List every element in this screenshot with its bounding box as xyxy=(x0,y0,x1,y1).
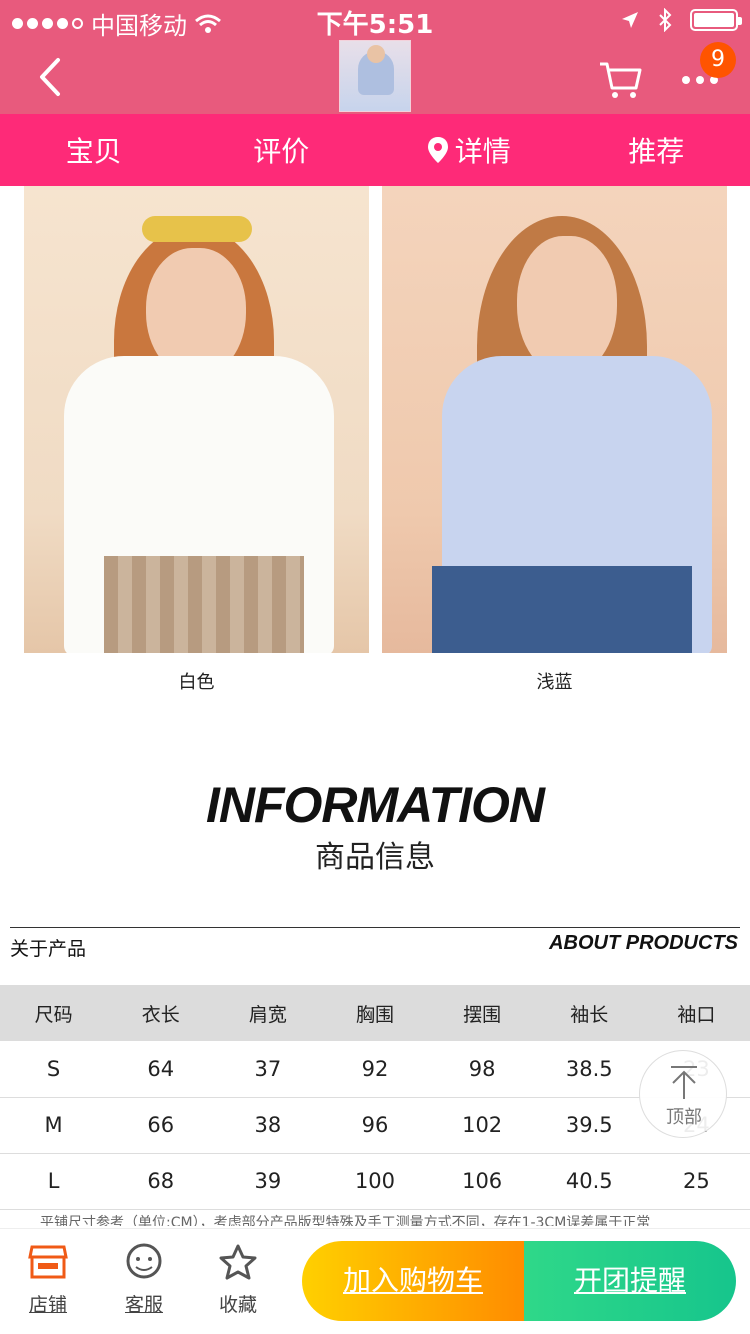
table-header: 衣长 xyxy=(107,985,215,1041)
about-products-cn: 关于产品 xyxy=(10,938,87,960)
cart-icon[interactable] xyxy=(598,60,642,100)
status-bar: 中国移动 下午5:51 xyxy=(0,0,750,40)
add-to-cart-button[interactable]: 加入购物车 xyxy=(302,1241,524,1321)
table-cell: L xyxy=(0,1153,108,1210)
bluetooth-icon xyxy=(659,8,672,32)
table-cell: 25 xyxy=(642,1153,750,1210)
customer-service-button[interactable]: 客服 xyxy=(104,1243,184,1317)
tab-item[interactable]: 宝贝 xyxy=(0,114,188,186)
table-cell: 68 xyxy=(107,1153,215,1210)
tab-recommend[interactable]: 推荐 xyxy=(563,114,750,186)
table-header: 摆围 xyxy=(428,985,536,1041)
table-cell: 66 xyxy=(107,1097,215,1154)
back-to-top-label: 顶部 xyxy=(666,1107,702,1128)
store-icon xyxy=(28,1245,68,1279)
table-header: 肩宽 xyxy=(214,985,322,1041)
table-cell: 102 xyxy=(428,1097,536,1154)
table-cell: 39.5 xyxy=(535,1097,643,1154)
table-header-row: 尺码 衣长 肩宽 胸围 摆围 袖长 袖口 xyxy=(0,985,750,1041)
tab-details[interactable]: 详情 xyxy=(375,114,563,186)
tab-reviews[interactable]: 评价 xyxy=(188,114,376,186)
table-cell: 96 xyxy=(321,1097,429,1154)
battery-icon xyxy=(690,9,742,31)
table-cell: 98 xyxy=(428,1041,536,1098)
tab-bar: 宝贝 评价 详情 推荐 xyxy=(0,114,750,186)
status-right xyxy=(620,8,742,32)
table-header: 袖长 xyxy=(535,985,643,1041)
table-cell: 92 xyxy=(321,1041,429,1098)
table-row: L 68 39 100 106 40.5 25 xyxy=(0,1153,750,1210)
table-row: S 64 37 92 98 38.5 23 xyxy=(0,1041,750,1098)
back-arrow-icon[interactable] xyxy=(30,52,74,102)
product-photo-lightblue[interactable] xyxy=(382,186,727,653)
back-to-top-button[interactable]: 顶部 xyxy=(639,1050,727,1138)
message-badge: 9 xyxy=(700,42,736,78)
color-label-white: 白色 xyxy=(178,672,215,693)
size-note: 平铺尺寸参考（单位:CM），考虑部分产品版型特殊及手工测量方式不同，存在1-3C… xyxy=(40,1215,651,1226)
table-header: 尺码 xyxy=(0,985,108,1041)
color-label-lightblue: 浅蓝 xyxy=(536,672,573,693)
table-header: 袖口 xyxy=(642,985,750,1041)
table-cell: 40.5 xyxy=(535,1153,643,1210)
store-button[interactable]: 店铺 xyxy=(8,1243,88,1317)
table-cell: 100 xyxy=(321,1153,429,1210)
table-cell: 38 xyxy=(214,1097,322,1154)
about-products-en: ABOUT PRODUCTS xyxy=(549,932,738,954)
info-heading: INFORMATION xyxy=(205,777,545,833)
favorite-button[interactable]: 收藏 xyxy=(198,1243,278,1317)
product-thumbnail[interactable] xyxy=(339,40,411,112)
arrow-up-icon xyxy=(671,1066,697,1099)
table-row: M 66 38 96 102 39.5 24 xyxy=(0,1097,750,1154)
table-cell: 39 xyxy=(214,1153,322,1210)
product-photo-white[interactable] xyxy=(24,186,369,653)
table-cell: S xyxy=(0,1041,108,1098)
table-header: 胸围 xyxy=(321,985,429,1041)
group-remind-button[interactable]: 开团提醒 xyxy=(524,1241,736,1321)
table-cell: 64 xyxy=(107,1041,215,1098)
table-cell: 37 xyxy=(214,1041,322,1098)
table-cell: 38.5 xyxy=(535,1041,643,1098)
location-pin-icon xyxy=(427,137,448,163)
star-icon xyxy=(219,1244,257,1280)
bottom-action-bar: 店铺 客服 收藏 加入购物车 开团提醒 xyxy=(0,1228,750,1334)
info-subheading: 商品信息 xyxy=(315,840,435,875)
chat-face-icon xyxy=(126,1243,162,1279)
location-arrow-icon xyxy=(622,12,638,28)
size-table: 尺码 衣长 肩宽 胸围 摆围 袖长 袖口 S 64 37 92 98 38.5 … xyxy=(0,985,750,1210)
divider xyxy=(10,927,740,928)
table-cell: 106 xyxy=(428,1153,536,1210)
nav-bar: 9 xyxy=(0,40,750,114)
table-cell: M xyxy=(0,1097,108,1154)
